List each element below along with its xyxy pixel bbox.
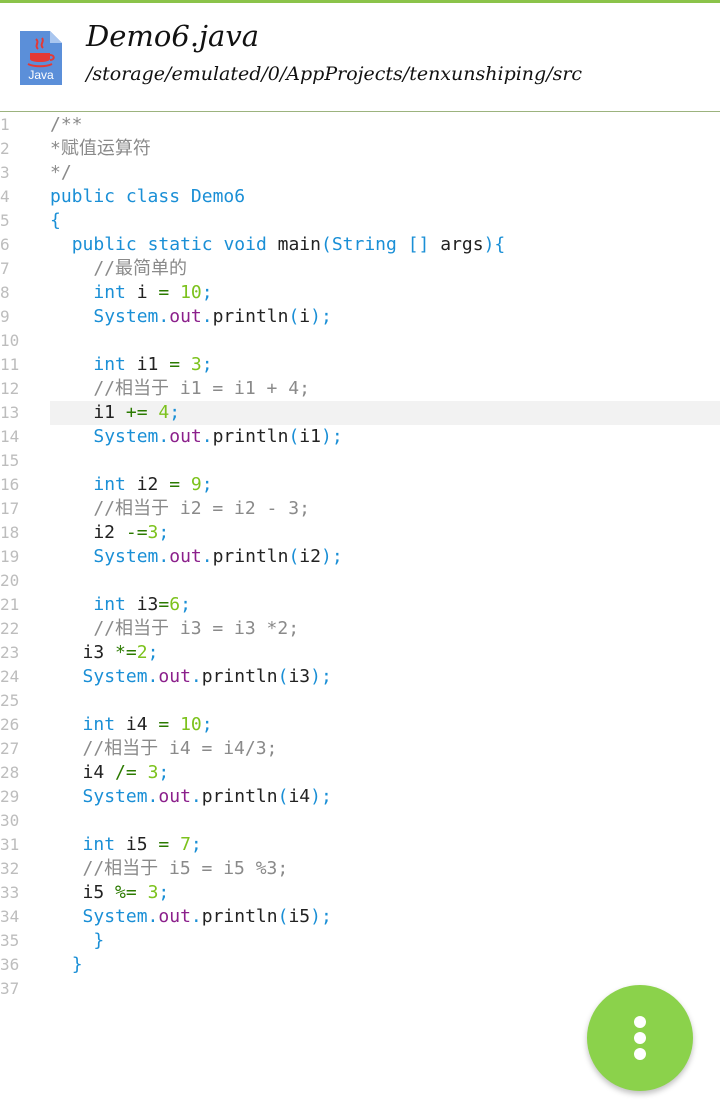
code-line[interactable]: }: [50, 929, 104, 953]
line-number: 12: [0, 379, 20, 398]
header-divider: [0, 111, 720, 112]
code-line[interactable]: //最简单的: [50, 257, 187, 281]
code-line[interactable]: i2 -=3;: [50, 521, 169, 545]
code-line[interactable]: i5 %= 3;: [50, 881, 170, 905]
code-line[interactable]: *赋值运算符: [50, 137, 151, 161]
code-line[interactable]: int i = 10;: [50, 281, 212, 305]
line-number: 14: [0, 427, 20, 446]
line-number: 3: [0, 163, 10, 182]
code-line[interactable]: System.out.println(i5);: [50, 905, 332, 929]
more-vert-icon-dot: [634, 1048, 646, 1060]
line-number: 24: [0, 667, 20, 686]
line-number: 23: [0, 643, 20, 662]
line-number: 22: [0, 619, 20, 638]
code-line[interactable]: /**: [50, 113, 83, 137]
file-header: Java Demo6.java /storage/emulated/0/AppP…: [0, 3, 720, 111]
more-vert-icon: [634, 1016, 646, 1028]
line-number: 10: [0, 331, 20, 350]
line-number: 1: [0, 115, 10, 134]
code-line[interactable]: //相当于 i1 = i1 + 4;: [50, 377, 310, 401]
code-line[interactable]: //相当于 i3 = i3 *2;: [50, 617, 299, 641]
line-number: 5: [0, 211, 10, 230]
code-line[interactable]: i1 += 4;: [50, 401, 180, 425]
line-number: 34: [0, 907, 20, 926]
code-line[interactable]: System.out.println(i1);: [50, 425, 342, 449]
line-number: 25: [0, 691, 20, 710]
code-line[interactable]: System.out.println(i3);: [50, 665, 332, 689]
line-number: 20: [0, 571, 20, 590]
code-line[interactable]: int i5 = 7;: [50, 833, 202, 857]
line-number: 29: [0, 787, 20, 806]
line-number: 6: [0, 235, 10, 254]
code-line[interactable]: {: [50, 209, 61, 233]
code-line[interactable]: public class Demo6: [50, 185, 245, 209]
line-number: 28: [0, 763, 20, 782]
code-line[interactable]: int i3=6;: [50, 593, 191, 617]
line-number: 11: [0, 355, 20, 374]
code-line[interactable]: System.out.println(i4);: [50, 785, 332, 809]
line-number: 21: [0, 595, 20, 614]
code-line[interactable]: int i2 = 9;: [50, 473, 212, 497]
code-line[interactable]: i3 *=2;: [50, 641, 159, 665]
line-number: 15: [0, 451, 20, 470]
line-number: 19: [0, 547, 20, 566]
code-line[interactable]: public static void main(String [] args){: [50, 233, 506, 257]
more-vert-icon-dot: [634, 1032, 646, 1044]
java-file-icon: Java: [20, 31, 62, 85]
file-title: Demo6.java: [86, 19, 259, 53]
code-line[interactable]: */: [50, 161, 72, 185]
line-number: 17: [0, 499, 20, 518]
file-path: /storage/emulated/0/AppProjects/tenxunsh…: [86, 63, 583, 85]
line-number: 7: [0, 259, 10, 278]
more-options-button[interactable]: [587, 985, 693, 1091]
line-number: 9: [0, 307, 10, 326]
line-number: 33: [0, 883, 20, 902]
line-number: 16: [0, 475, 20, 494]
line-number: 13: [0, 403, 20, 422]
code-line[interactable]: int i4 = 10;: [50, 713, 213, 737]
code-line[interactable]: }: [50, 953, 83, 977]
line-number: 8: [0, 283, 10, 302]
line-number: 36: [0, 955, 20, 974]
line-number: 37: [0, 979, 20, 998]
line-number: 2: [0, 139, 10, 158]
line-number: 18: [0, 523, 20, 542]
line-number: 27: [0, 739, 20, 758]
line-number: 30: [0, 811, 20, 830]
line-number: 35: [0, 931, 20, 950]
code-line[interactable]: //相当于 i5 = i5 %3;: [50, 857, 289, 881]
code-line[interactable]: //相当于 i2 = i2 - 3;: [50, 497, 310, 521]
code-line[interactable]: System.out.println(i2);: [50, 545, 342, 569]
code-line[interactable]: //相当于 i4 = i4/3;: [50, 737, 278, 761]
code-line[interactable]: System.out.println(i);: [50, 305, 331, 329]
line-number: 32: [0, 859, 20, 878]
code-line[interactable]: int i1 = 3;: [50, 353, 212, 377]
file-icon-label: Java: [28, 68, 54, 82]
line-number: 31: [0, 835, 20, 854]
line-number: 26: [0, 715, 20, 734]
line-number: 4: [0, 187, 10, 206]
code-editor[interactable]: 1 /** 2 *赋值运算符 3 */ 4 public class Demo6 5 {6 pub…: [0, 113, 720, 1119]
code-line[interactable]: i4 /= 3;: [50, 761, 170, 785]
